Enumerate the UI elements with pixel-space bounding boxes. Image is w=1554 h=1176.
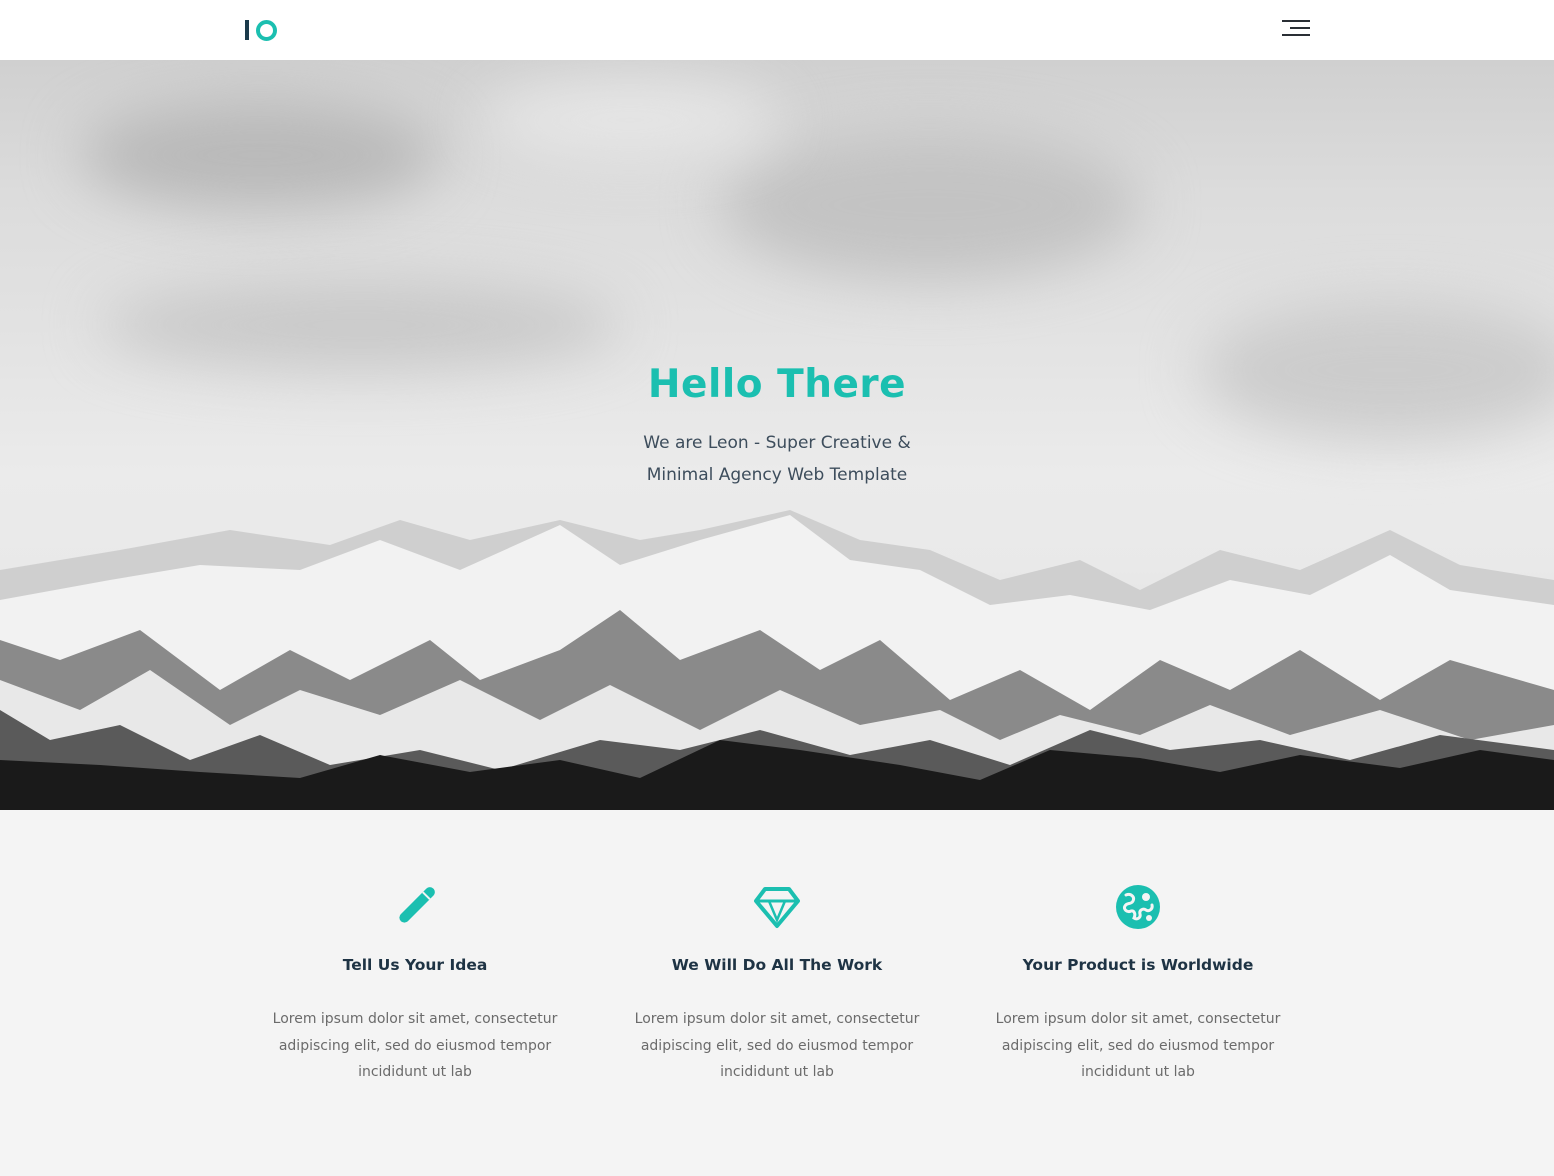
feature-text: Lorem ipsum dolor sit amet, consectetur … [272, 1011, 558, 1080]
cloud-shape [80, 100, 440, 210]
diamond-icon [754, 887, 800, 928]
navbar [0, 0, 1554, 60]
logo-ring [256, 19, 277, 41]
feature-title: Tell Us Your Idea [342, 956, 488, 974]
hero-subtitle: We are Leon - Super Creative & Minimal A… [643, 433, 911, 485]
cloud-shape [720, 130, 1140, 280]
globe-icon [1116, 885, 1160, 929]
cloud-shape [100, 280, 620, 370]
feature-text: Lorem ipsum dolor sit amet, consectetur … [634, 1011, 920, 1080]
menu-line [1282, 34, 1310, 36]
features-section: Tell Us Your Idea Lorem ipsum dolor sit … [0, 810, 1554, 1176]
logo-bar [245, 20, 249, 40]
feature-text: Lorem ipsum dolor sit amet, consectetur … [995, 1011, 1281, 1080]
hero-title: Hello There [647, 362, 907, 407]
mountain-range-image [0, 510, 1554, 810]
hero-section: Hello There We are Leon - Super Creative… [0, 60, 1554, 810]
feature-title: We Will Do All The Work [671, 956, 883, 974]
hamburger-menu-icon[interactable] [1280, 18, 1310, 40]
menu-line [1290, 27, 1310, 29]
pencil-icon [399, 887, 435, 923]
menu-line [1282, 20, 1310, 22]
cloud-shape [480, 80, 780, 160]
logo[interactable] [245, 17, 281, 43]
feature-title: Your Product is Worldwide [1022, 956, 1254, 974]
